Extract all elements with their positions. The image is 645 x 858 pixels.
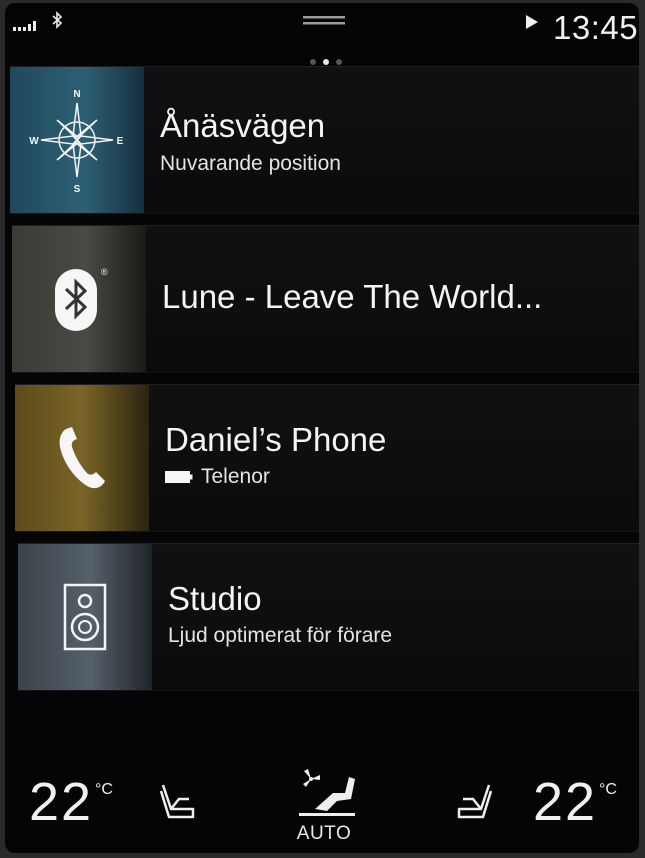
battery-icon — [165, 471, 193, 484]
speaker-icon — [63, 583, 107, 651]
phone-icon — [59, 427, 105, 489]
compass-north-label: N — [73, 89, 80, 100]
passenger-temperature-unit: °C — [599, 781, 617, 798]
passenger-temperature[interactable]: 22 — [533, 771, 597, 833]
page-dot — [336, 59, 342, 65]
navigation-title: Ånäsvägen — [160, 107, 326, 144]
status-bar: 13:45 — [5, 3, 639, 55]
carrier-name: Telenor — [201, 465, 270, 488]
audio-thumbnail — [18, 544, 152, 690]
clock: 13:45 — [553, 9, 639, 46]
phone-tile[interactable]: Daniel’s Phone Telenor — [15, 384, 639, 532]
bluetooth-status-icon — [52, 11, 63, 29]
page-dot — [310, 59, 316, 65]
audio-subtitle: Ljud optimerat för förare — [168, 624, 393, 647]
media-thumbnail: ® — [12, 226, 146, 372]
play-icon — [526, 15, 538, 29]
auto-climate-label[interactable]: AUTO — [293, 823, 355, 845]
compass-icon: N S W E — [29, 89, 124, 195]
pull-down-handle[interactable] — [303, 15, 345, 27]
page-dot-active — [323, 59, 329, 65]
driver-seat-heat-icon[interactable] — [157, 781, 199, 823]
bluetooth-icon: ® — [55, 267, 108, 331]
navigation-thumbnail: N S W E — [10, 67, 144, 213]
compass-east-label: E — [117, 136, 124, 147]
audio-tile[interactable]: Studio Ljud optimerat för förare — [18, 543, 639, 691]
fan-auto-icon[interactable] — [291, 767, 361, 823]
passenger-seat-heat-icon[interactable] — [453, 781, 495, 823]
driver-temperature[interactable]: 22 — [29, 771, 93, 833]
compass-west-label: W — [29, 136, 39, 147]
audio-title: Studio — [168, 580, 262, 617]
phone-subtitle: Telenor — [165, 465, 270, 489]
media-title: Lune - Leave The World... — [162, 278, 543, 315]
compass-south-label: S — [74, 184, 81, 195]
navigation-subtitle: Nuvarande position — [160, 152, 341, 175]
svg-text:®: ® — [101, 267, 108, 277]
driver-temperature-unit: °C — [95, 781, 113, 798]
infotainment-screen: 13:45 N S W E Ånäsvägen Nuvarande positi… — [5, 3, 639, 853]
phone-thumbnail — [15, 385, 149, 531]
navigation-tile[interactable]: N S W E Ånäsvägen Nuvarande position — [10, 66, 639, 214]
phone-title: Daniel’s Phone — [165, 421, 387, 458]
media-tile[interactable]: ® Lune - Leave The World... — [12, 225, 639, 373]
signal-strength-icon — [13, 21, 36, 31]
climate-bar: 22 °C AUTO 22 °C — [5, 763, 639, 853]
